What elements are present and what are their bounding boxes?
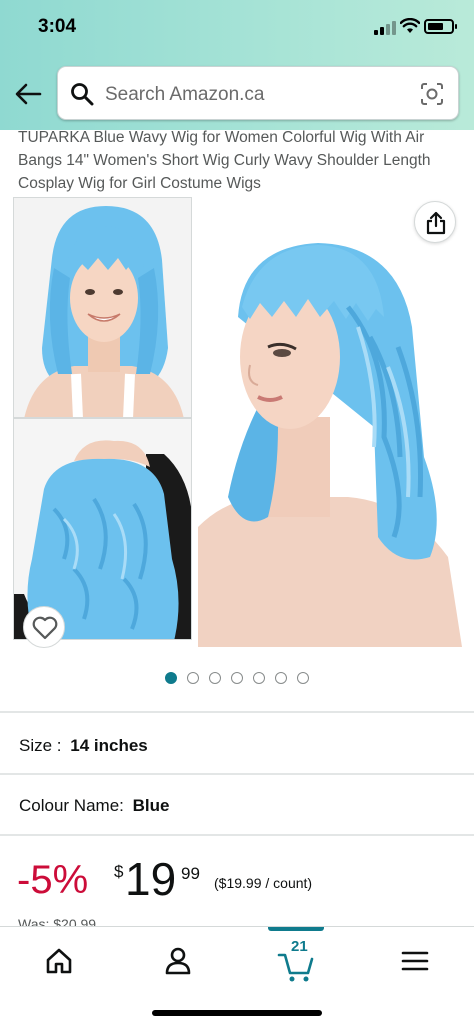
wishlist-button[interactable] [23, 606, 65, 648]
price-fraction: 99 [181, 864, 200, 883]
pagination-dot[interactable] [209, 672, 221, 684]
bottom-nav: 21 [0, 926, 474, 1026]
wifi-icon [400, 18, 420, 33]
header-bar: 3:04 Search Amazon.ca [0, 0, 474, 130]
home-icon[interactable] [39, 941, 79, 981]
battery-icon [424, 19, 457, 34]
menu-icon[interactable] [395, 941, 435, 981]
signal-icon [374, 21, 396, 35]
colour-value: Blue [132, 796, 170, 815]
heart-icon [32, 616, 58, 640]
active-tab-indicator [268, 927, 324, 931]
pagination-dot[interactable] [253, 672, 265, 684]
image-pagination[interactable] [0, 671, 474, 689]
search-bar[interactable]: Search Amazon.ca [57, 66, 459, 120]
price-whole: 19 [125, 853, 177, 905]
price-block: -5% $ 19 99 ($19.99 / count) [17, 852, 467, 912]
divider [0, 773, 474, 775]
product-title: TUPARKA Blue Wavy Wig for Women Colorful… [18, 129, 431, 192]
divider [0, 834, 474, 836]
pagination-dot[interactable] [297, 672, 309, 684]
cart-icon[interactable] [276, 945, 316, 985]
pagination-dot[interactable] [275, 672, 287, 684]
search-input[interactable]: Search Amazon.ca [105, 84, 264, 106]
product-main-image[interactable] [198, 197, 462, 647]
pagination-dot[interactable] [187, 672, 199, 684]
camera-scan-icon[interactable] [420, 82, 444, 106]
share-button[interactable] [414, 201, 456, 243]
size-value: 14 inches [70, 736, 148, 755]
home-indicator [152, 1010, 322, 1016]
status-bar: 3:04 [0, 0, 474, 56]
discount-percent: -5% [17, 858, 89, 902]
colour-selector[interactable]: Colour Name: Blue [19, 796, 169, 816]
pagination-dot[interactable] [165, 672, 177, 684]
size-label: Size : [19, 736, 62, 755]
mannequin-wig-image [198, 197, 462, 647]
unit-price: ($19.99 / count) [214, 875, 313, 891]
status-time: 3:04 [38, 16, 77, 37]
size-selector[interactable]: Size : 14 inches [19, 736, 148, 756]
back-arrow-icon[interactable] [12, 78, 44, 110]
product-thumbnail-front[interactable] [13, 197, 192, 418]
colour-label: Colour Name: [19, 796, 124, 815]
price-currency: $ [114, 862, 124, 881]
divider [0, 711, 474, 713]
share-icon [426, 211, 446, 235]
pagination-dot[interactable] [231, 672, 243, 684]
person-icon[interactable] [158, 941, 198, 981]
wig-model-image [14, 198, 191, 417]
search-icon [71, 83, 94, 106]
